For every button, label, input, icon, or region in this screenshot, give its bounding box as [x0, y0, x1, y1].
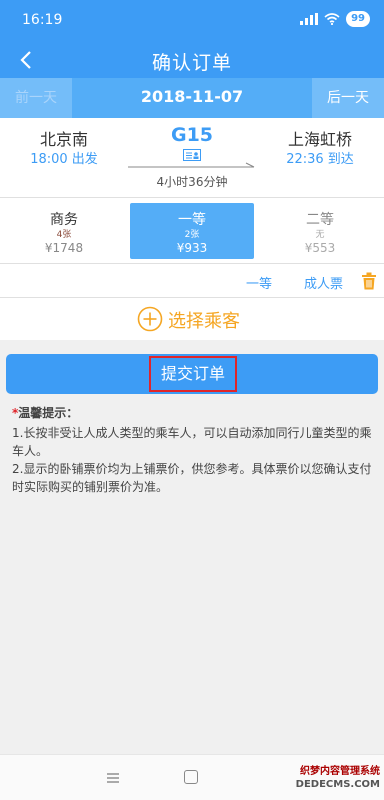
seat-option-second-class[interactable]: 二等 无 ¥553 [258, 203, 382, 259]
wifi-icon [324, 13, 340, 25]
seat-price: ¥1748 [44, 241, 84, 255]
seat-name: 一等 [178, 212, 206, 228]
tips-heading: 温馨提示： [18, 406, 79, 420]
trash-icon[interactable] [361, 272, 377, 290]
choose-passenger-button[interactable]: 选择乘客 [0, 298, 384, 340]
nav-bar: 确认订单 [0, 42, 384, 78]
status-icons: 99 [300, 11, 370, 27]
seat-count: 无 [315, 230, 325, 240]
seat-price: ¥553 [304, 241, 336, 255]
seat-option-first-class[interactable]: 一等 2张 ¥933 [130, 203, 254, 259]
system-navigation-bar: 织梦内容管理系统 DEDECMS.COM [0, 754, 384, 800]
signal-icon [300, 13, 319, 25]
battery-indicator: 99 [346, 11, 370, 27]
seat-option-business[interactable]: 商务 4张 ¥1748 [2, 203, 126, 259]
status-time: 16:19 [22, 12, 63, 28]
submit-order-label: 提交订单 [149, 356, 237, 392]
seat-count: 4张 [56, 230, 72, 240]
passenger-ticket-type[interactable]: 成人票 [304, 273, 343, 292]
passenger-seat-class[interactable]: 一等 [246, 273, 272, 292]
route-arrow-icon [128, 162, 255, 168]
tips-title: *温馨提示： [12, 404, 372, 422]
seat-class-selector: 商务 4张 ¥1748 一等 2张 ¥933 二等 无 ¥553 [0, 198, 384, 264]
travel-duration: 4小时36分钟 [156, 175, 228, 189]
menu-icon[interactable] [106, 772, 120, 784]
watermark-name: 织梦内容管理系统 [300, 766, 380, 777]
arrival-time: 22:36 到达 [286, 152, 354, 167]
passenger-row: 一等 成人票 [0, 264, 384, 298]
arrival-station: 上海虹桥 [287, 130, 352, 149]
add-circle-icon [137, 306, 163, 332]
seat-price: ¥933 [176, 241, 208, 255]
tips-section: *温馨提示： 1.长按非受让人成人类型的乘车人，可以自动添加同行儿童类型的乘车人… [12, 404, 372, 496]
departure-time: 18:00 出发 [30, 152, 98, 167]
seat-count: 2张 [184, 230, 200, 240]
date-bar: 前一天 2018-11-07 后一天 [0, 78, 384, 118]
seat-name: 二等 [306, 212, 334, 228]
seat-name: 商务 [50, 212, 78, 228]
tip-item-2: 2.显示的卧铺票价均为上铺票价，供您参考。具体票价以您确认支付时实际购买的铺别票… [12, 462, 372, 494]
ticket-info-icon[interactable] [183, 149, 201, 161]
next-day-button[interactable]: 后一天 [312, 78, 384, 118]
departure-station: 北京南 [39, 130, 88, 149]
submit-order-button[interactable]: 提交订单 [6, 354, 378, 394]
choose-passenger-label: 选择乘客 [168, 311, 240, 332]
train-info-card: 北京南 18:00 出发 G15 4小时36分钟 上海虹桥 22:36 到达 [0, 118, 384, 198]
home-icon[interactable] [184, 770, 198, 784]
status-bar: 16:19 99 [0, 0, 384, 42]
page-title: 确认订单 [151, 52, 232, 74]
train-number: G15 [170, 124, 214, 146]
watermark-url: DEDECMS.COM [295, 779, 380, 790]
tip-item-1: 1.长按非受让人成人类型的乘车人，可以自动添加同行儿童类型的乘车人。 [12, 426, 372, 458]
watermark: 织梦内容管理系统 DEDECMS.COM [296, 765, 380, 791]
